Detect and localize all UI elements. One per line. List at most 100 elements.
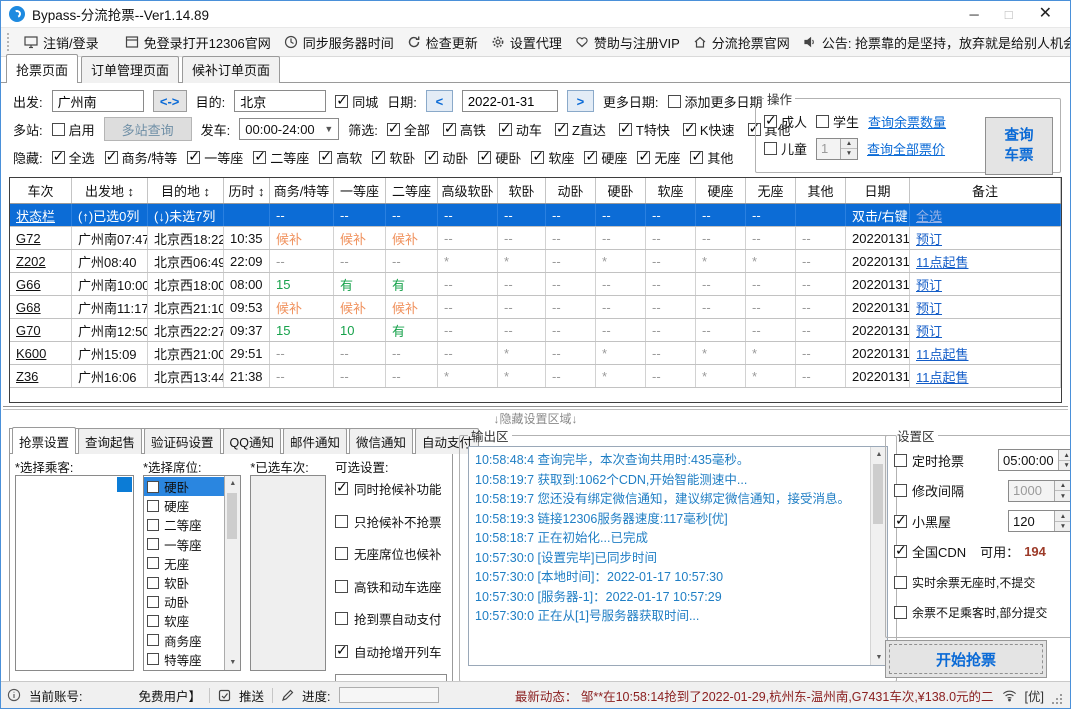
scroll-thumb[interactable] [227, 493, 238, 539]
spin-down-icon[interactable]: ▼ [1055, 521, 1070, 532]
hide-seat-filter-checkbox[interactable] [104, 148, 118, 165]
column-header[interactable]: 出发地 ↕ [72, 178, 148, 203]
partial-submit-checkbox[interactable] [894, 606, 907, 620]
timed-grab-time-spinner[interactable]: 05:00:00 ▲ ▼ [998, 449, 1070, 472]
seat-option[interactable]: 一等座 [144, 535, 224, 554]
close-button[interactable]: ✕ [1039, 6, 1052, 22]
column-header[interactable]: 其他 [796, 178, 846, 203]
note-link-text[interactable]: 11点起售 [916, 252, 969, 271]
spin-up-icon[interactable]: ▲ [1058, 450, 1070, 461]
next-date-button[interactable]: > [566, 90, 594, 112]
scroll-down-icon[interactable]: ▼ [225, 655, 240, 670]
tab-grab-page[interactable]: 抢票页面 [6, 54, 79, 83]
table-row[interactable]: G68 广州南11:17 北京西21:10 09:53 候补 候补 候补 -- -- -- -- --… [10, 296, 1061, 319]
table-row[interactable]: Z36 广州16:06 北京西13:44 21:38 -- -- -- * * -- * -- * * --… [10, 365, 1061, 388]
train-cell[interactable]: G68 [10, 296, 72, 318]
train-type-filter-checkbox[interactable] [618, 120, 632, 137]
train-type-filter-checkbox[interactable] [498, 120, 512, 137]
toolbar-grip[interactable] [7, 33, 9, 51]
column-header[interactable]: 一等座 [334, 178, 386, 203]
maximize-button[interactable]: □ [1005, 8, 1013, 21]
note-link-text[interactable]: 预订 [916, 229, 942, 248]
seat-option-checkbox[interactable] [147, 557, 160, 570]
scroll-up-icon[interactable]: ▲ [225, 476, 240, 491]
grab-option[interactable]: 只抢候补不抢票 [335, 512, 447, 531]
note-link[interactable]: 11点起售 [910, 250, 1061, 272]
spin-down-icon[interactable]: ▼ [1055, 491, 1070, 501]
train-cell[interactable]: G72 [10, 227, 72, 249]
settings-tab-QQ通知[interactable]: QQ通知 [222, 428, 281, 454]
seat-option-checkbox[interactable] [147, 576, 160, 589]
start-grab-button[interactable]: 开始抢票 [885, 640, 1047, 678]
seat-option-checkbox[interactable] [147, 518, 160, 531]
hide-seat-filter-checkbox[interactable] [253, 148, 267, 165]
settings-tab-验证码设置[interactable]: 验证码设置 [144, 428, 221, 454]
note-link[interactable]: 11点起售 [910, 342, 1061, 364]
note-link[interactable]: 预订 [910, 296, 1061, 318]
toolbar-item-sponsor-vip[interactable]: 赞助与注册VIP [575, 33, 680, 52]
column-header[interactable]: 日期 [846, 178, 910, 203]
grab-option[interactable]: 同时抢候补功能 [335, 479, 447, 498]
grab-option-checkbox[interactable] [335, 547, 348, 560]
no-seat-no-submit-checkbox[interactable] [894, 575, 907, 589]
modify-interval-checkbox[interactable] [894, 484, 907, 498]
add-more-dates-checkbox[interactable] [667, 94, 681, 108]
note-link[interactable]: 预订 [910, 319, 1061, 341]
table-row[interactable]: G72 广州南07:47 北京西18:22 10:35 候补 候补 候补 -- -- -- -- --… [10, 227, 1061, 250]
column-header[interactable]: 软卧 [498, 178, 546, 203]
depart-time-select[interactable]: 00:00-24:00 ▼ [239, 118, 340, 140]
note-link-text[interactable]: 11点起售 [916, 344, 969, 363]
column-header[interactable]: 高级软卧 [438, 178, 498, 203]
grab-option-checkbox[interactable] [335, 642, 348, 659]
minimize-button[interactable]: ─ [970, 8, 979, 21]
seat-option[interactable]: 硬座 [144, 496, 224, 515]
note-link[interactable]: 全选 [910, 204, 1061, 226]
hide-seat-filter-checkbox[interactable] [584, 148, 598, 165]
selected-trains-listbox[interactable] [250, 475, 326, 671]
seat-option[interactable]: 特等座 [144, 650, 224, 669]
note-link-text[interactable]: 预订 [916, 275, 942, 294]
note-link-text[interactable]: 预订 [916, 321, 942, 340]
train-type-filter-checkbox[interactable] [442, 120, 456, 137]
note-link-text[interactable]: 全选 [916, 206, 942, 225]
adult-checkbox[interactable] [764, 112, 777, 129]
column-header[interactable]: 目的地 ↕ [148, 178, 224, 203]
seat-option[interactable]: 硬卧 [144, 477, 225, 497]
settings-tab-抢票设置[interactable]: 抢票设置 [12, 427, 77, 454]
note-link-text[interactable]: 预订 [916, 298, 942, 317]
dest-input[interactable] [234, 90, 327, 112]
hide-seat-filter-checkbox[interactable] [51, 148, 65, 165]
resize-grip[interactable] [1052, 694, 1064, 708]
grab-option[interactable]: 自动抢增开列车 [335, 642, 447, 661]
modify-interval-spinner[interactable]: 1000 ▲ ▼ [1008, 479, 1070, 502]
toolbar-item-check-update[interactable]: 检查更新 [407, 33, 478, 52]
table-row[interactable]: 状态栏 (↑)已选0列 (↓)未选7列 -- -- -- -- -- -- -- -- -- -- 双击/… [10, 204, 1061, 227]
column-header[interactable]: 硬卧 [596, 178, 646, 203]
seat-option[interactable]: 商务座 [144, 631, 224, 650]
spin-down-icon[interactable]: ▼ [841, 149, 858, 159]
train-cell[interactable]: K600 [10, 342, 72, 364]
passenger-listbox[interactable] [15, 475, 135, 671]
toolbar-item-set-proxy[interactable]: 设置代理 [491, 33, 562, 52]
multi-station-query-button[interactable]: 多站查询 [103, 117, 192, 141]
hide-seat-filter-checkbox[interactable] [187, 148, 201, 165]
column-header[interactable]: 商务/特等 [270, 178, 334, 203]
settings-tab-查询起售[interactable]: 查询起售 [78, 428, 143, 454]
output-log[interactable]: 10:58:48:4 查询完毕，本次查询共用时:435毫秒。 10:58:19:7… [468, 446, 888, 666]
depart-input[interactable] [51, 90, 144, 112]
scroll-thumb[interactable] [873, 464, 883, 524]
toolbar-item-sync-time[interactable]: 同步服务器时间 [284, 33, 394, 52]
seat-scrollbar[interactable]: ▲ ▼ [224, 476, 241, 670]
hide-seat-filter-checkbox[interactable] [319, 148, 333, 165]
column-header[interactable]: 备注 [910, 178, 1061, 203]
swap-stations-button[interactable]: <-> [152, 90, 187, 112]
multi-enable-checkbox[interactable] [51, 122, 65, 136]
hide-seat-filter-checkbox[interactable] [425, 148, 439, 165]
prev-date-button[interactable]: < [425, 90, 453, 112]
note-link[interactable]: 预订 [910, 273, 1061, 295]
spin-down-icon[interactable]: ▼ [1058, 460, 1070, 471]
note-link-text[interactable]: 11点起售 [916, 367, 969, 386]
table-row[interactable]: G70 广州南12:50 北京西22:27 09:37 15 10 有 -- -- -- -- -- -… [10, 319, 1061, 342]
seat-option-checkbox[interactable] [147, 595, 160, 608]
train-cell[interactable]: 状态栏 [10, 204, 72, 226]
